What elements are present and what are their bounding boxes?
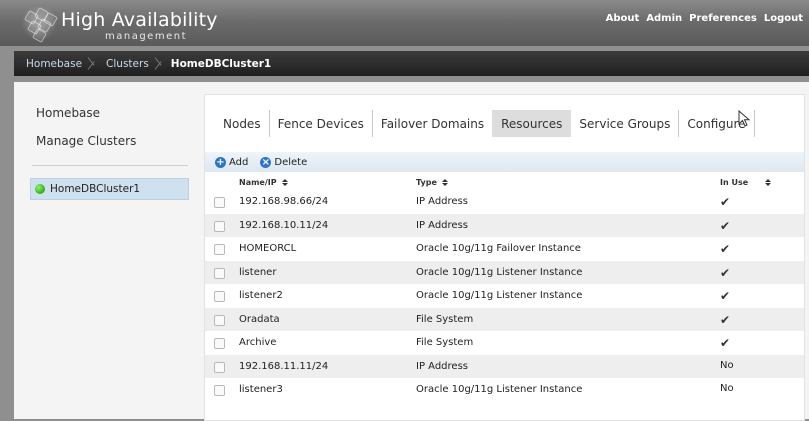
app-subtitle: management xyxy=(105,31,187,42)
tab-bar: Nodes Fence Devices Failover Domains Res… xyxy=(205,110,755,137)
in-use-check-icon: ✔ xyxy=(720,265,731,280)
in-use-check-icon: ✔ xyxy=(720,242,731,256)
row-checkbox[interactable] xyxy=(214,267,225,279)
app-title: High Availability xyxy=(61,9,218,31)
delete-button[interactable]: × Delete xyxy=(260,156,308,168)
row-checkbox[interactable] xyxy=(214,385,225,396)
resource-name: 192.168.10.11/24 xyxy=(239,219,329,231)
row-checkbox[interactable] xyxy=(214,361,225,373)
admin-link[interactable]: Admin xyxy=(646,13,682,24)
column-header-name[interactable]: Name/IP xyxy=(239,178,288,187)
sidebar-cluster-item[interactable]: HomeDBCluster1 xyxy=(30,178,189,200)
table-row[interactable]: 192.168.10.11/24 IP Address ✔ xyxy=(205,213,804,237)
column-header-in-use-label: In Use xyxy=(720,178,749,187)
resource-type: Oracle 10g/11g Listener Instance xyxy=(416,290,583,301)
in-use-check-icon: ✔ xyxy=(720,218,731,233)
resource-name: 192.168.11.11/24 xyxy=(239,360,329,372)
table-row[interactable]: listener2 Oracle 10g/11g Listener Instan… xyxy=(205,284,804,308)
resource-name: Oradata xyxy=(239,313,280,325)
table-row[interactable]: listener Oracle 10g/11g Listener Instanc… xyxy=(205,260,804,284)
tab-nodes[interactable]: Nodes xyxy=(205,110,270,137)
preferences-link[interactable]: Preferences xyxy=(689,13,757,24)
resource-type: Oracle 10g/11g Listener Instance xyxy=(416,266,583,278)
cluster-status-icon xyxy=(35,184,45,194)
breadcrumb-current-cluster: HomeDBCluster1 xyxy=(170,57,272,70)
logo-icon xyxy=(20,6,59,44)
table-row[interactable]: HOMEORCL Oracle 10g/11g Failover Instanc… xyxy=(205,237,804,261)
row-checkbox[interactable] xyxy=(214,220,225,232)
table-header: Name/IP Type In Use xyxy=(205,174,804,190)
logout-link[interactable]: Logout xyxy=(764,13,803,24)
app-header: High Availability management About Admin… xyxy=(0,0,809,46)
breadcrumb-separator-icon xyxy=(153,51,167,76)
table-row[interactable]: Archive File System ✔ xyxy=(205,331,804,355)
resource-type: File System xyxy=(416,313,474,325)
cluster-label: HomeDBCluster1 xyxy=(50,183,141,195)
breadcrumb-separator-icon xyxy=(86,51,100,76)
in-use-check-icon: ✔ xyxy=(720,289,731,303)
column-header-type[interactable]: Type xyxy=(416,178,448,187)
table-row[interactable]: Oradata File System ✔ xyxy=(205,307,804,331)
resource-type: IP Address xyxy=(416,219,468,231)
sidebar-divider xyxy=(32,165,188,166)
column-header-type-label: Type xyxy=(416,178,437,187)
resource-name: listener2 xyxy=(239,290,283,301)
resource-type: File System xyxy=(416,337,474,348)
main-panel: Homebase Manage Clusters HomeDBCluster1 … xyxy=(14,82,809,421)
resource-type: IP Address xyxy=(416,360,468,372)
resource-toolbar: + Add × Delete xyxy=(205,152,804,172)
row-checkbox[interactable] xyxy=(214,291,225,302)
mouse-cursor-icon xyxy=(738,110,751,127)
resource-table: 192.168.98.66/24 IP Address ✔ 192.168.10… xyxy=(205,190,804,402)
add-label: Add xyxy=(229,156,249,168)
sidebar-homebase-link[interactable]: Homebase xyxy=(36,106,100,120)
tab-resources[interactable]: Resources xyxy=(492,110,572,137)
resource-name: listener3 xyxy=(239,384,283,395)
add-button[interactable]: + Add xyxy=(215,156,249,168)
column-header-in-use[interactable]: In Use xyxy=(720,178,772,187)
delete-icon: × xyxy=(260,156,272,168)
row-checkbox[interactable] xyxy=(214,338,225,349)
resource-name: 192.168.98.66/24 xyxy=(239,196,329,207)
in-use-value: No xyxy=(720,359,734,371)
delete-label: Delete xyxy=(274,156,308,168)
table-row[interactable]: listener3 Oracle 10g/11g Listener Instan… xyxy=(205,378,804,402)
row-checkbox[interactable] xyxy=(214,314,225,326)
resource-type: IP Address xyxy=(416,196,468,207)
tab-service-groups[interactable]: Service Groups xyxy=(571,110,680,137)
in-use-value: No xyxy=(720,383,734,394)
sidebar-manage-clusters-link[interactable]: Manage Clusters xyxy=(36,134,136,148)
resource-name: Archive xyxy=(239,337,277,348)
row-checkbox[interactable] xyxy=(214,197,225,208)
add-icon: + xyxy=(215,156,226,168)
table-row[interactable]: 192.168.98.66/24 IP Address ✔ xyxy=(205,190,804,214)
breadcrumb: Homebase Clusters HomeDBCluster1 xyxy=(14,51,809,76)
resource-type: Oracle 10g/11g Failover Instance xyxy=(416,243,581,254)
content-area: Nodes Fence Devices Failover Domains Res… xyxy=(204,94,805,421)
in-use-check-icon: ✔ xyxy=(720,312,731,327)
about-link[interactable]: About xyxy=(606,13,640,24)
in-use-check-icon: ✔ xyxy=(720,336,731,350)
tab-failover-domains[interactable]: Failover Domains xyxy=(373,110,492,137)
column-header-name-label: Name/IP xyxy=(239,178,277,187)
resource-name: listener xyxy=(239,266,277,278)
table-row[interactable]: 192.168.11.11/24 IP Address No xyxy=(205,354,804,378)
tab-fence-devices[interactable]: Fence Devices xyxy=(270,110,373,137)
row-checkbox[interactable] xyxy=(214,244,225,255)
top-nav: About Admin Preferences Logout xyxy=(606,13,803,24)
resource-type: Oracle 10g/11g Listener Instance xyxy=(416,384,583,395)
resource-name: HOMEORCL xyxy=(239,243,297,254)
in-use-check-icon: ✔ xyxy=(720,195,731,209)
